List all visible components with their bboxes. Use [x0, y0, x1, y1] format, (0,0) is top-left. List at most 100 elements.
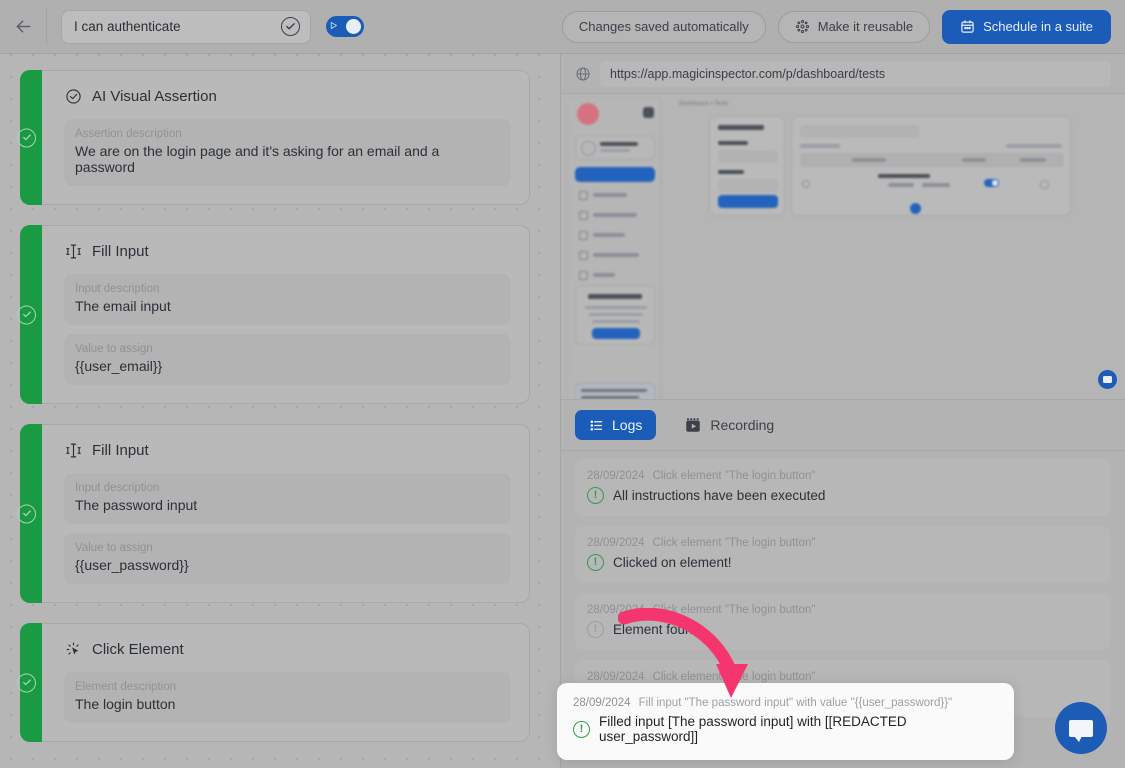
preview-nav-item — [579, 271, 649, 280]
preview-pagination — [910, 203, 921, 214]
log-line: ! Filled input [The password input] with… — [573, 714, 998, 744]
log-meta: 28/09/2024 Click element "The login butto… — [587, 604, 1099, 616]
preview-tests-table — [791, 116, 1071, 216]
alert-circle-icon: ! — [573, 720, 590, 738]
preview-url-text: https://app.magicinspector.com/p/dashboa… — [610, 66, 886, 81]
log-date: 28/09/2024 — [587, 671, 645, 683]
alert-circle-icon: ! — [587, 621, 604, 638]
preview-org-switcher — [575, 135, 655, 160]
step-field[interactable]: Value to assign {{user_password}} — [64, 533, 511, 584]
step-status-check-icon — [17, 128, 36, 147]
step-body: Click Element Element description The lo… — [42, 623, 530, 742]
step-card[interactable]: Click Element Element description The lo… — [17, 623, 530, 742]
step-body: Fill Input Input description The email i… — [42, 225, 530, 404]
schedule-in-suite-label: Schedule in a suite — [983, 19, 1093, 34]
preview-create-test-card — [709, 116, 785, 216]
step-title: Fill Input — [64, 441, 511, 459]
step-body: AI Visual Assertion Assertion descriptio… — [42, 70, 530, 205]
alert-circle-icon: ! — [587, 554, 604, 571]
step-status-check-icon — [17, 673, 36, 692]
step-status-check-icon — [17, 305, 36, 324]
preview-nav-active — [575, 167, 655, 182]
log-date: 28/09/2024 — [587, 537, 645, 549]
chat-widget-button[interactable] — [1055, 702, 1107, 754]
log-meta: 28/09/2024 Click element "The login butto… — [587, 671, 1099, 683]
step-field-label: Assertion description — [75, 128, 182, 140]
preview-table-row — [800, 171, 1064, 197]
step-type-label: AI Visual Assertion — [92, 87, 217, 105]
test-name-field[interactable] — [61, 9, 311, 44]
tab-recording[interactable]: Recording — [670, 410, 788, 440]
log-message: All instructions have been executed — [613, 488, 826, 503]
step-field-label: Value to assign — [75, 343, 153, 355]
preview-nav-item — [579, 191, 649, 200]
app-root: Changes saved automatically Make it reus… — [0, 0, 1125, 768]
log-meta: 28/09/2024 Click element "The login butto… — [587, 470, 1099, 482]
step-field[interactable]: Input description The email input — [64, 274, 511, 325]
toolbar-divider — [46, 8, 47, 45]
preview-account-icon — [643, 107, 654, 118]
test-name-input[interactable] — [74, 19, 275, 34]
share-nodes-icon — [795, 19, 810, 34]
step-field-value: {{user_email}} — [75, 358, 163, 374]
preview-sidebar — [569, 99, 661, 399]
chat-bubble-icon[interactable] — [1098, 370, 1117, 389]
step-field-value: {{user_password}} — [75, 557, 189, 573]
input-cursor-icon — [64, 441, 82, 459]
tab-logs[interactable]: Logs — [575, 410, 657, 440]
save-status-badge: Changes saved automatically — [561, 10, 766, 43]
input-cursor-icon — [64, 242, 82, 260]
make-reusable-label: Make it reusable — [817, 19, 914, 34]
log-date: 28/09/2024 — [587, 470, 645, 482]
back-arrow-icon[interactable] — [0, 0, 46, 54]
run-test-toggle[interactable] — [326, 16, 364, 37]
make-reusable-button[interactable]: Make it reusable — [777, 10, 931, 43]
result-tabs: Logs Recording — [561, 399, 1125, 451]
preview-breadcrumb: Dashboard > Tests — [679, 101, 729, 107]
preview-url-input[interactable]: https://app.magicinspector.com/p/dashboa… — [600, 60, 1111, 87]
check-circle-icon[interactable] — [281, 17, 300, 36]
preview-notice-card — [575, 383, 655, 399]
step-field[interactable]: Value to assign {{user_email}} — [64, 334, 511, 385]
log-line: ! Clicked on element! — [587, 554, 1099, 571]
preview-search-input — [800, 125, 920, 138]
log-meta: 28/09/2024 Click element "The login butto… — [587, 537, 1099, 549]
top-toolbar: Changes saved automatically Make it reus… — [0, 0, 1125, 54]
log-message: Clicked on element! — [613, 555, 732, 570]
highlighted-log-entry: 28/09/2024 Fill input "The password input… — [557, 683, 1014, 760]
schedule-in-suite-button[interactable]: Schedule in a suite — [942, 9, 1111, 44]
step-card[interactable]: AI Visual Assertion Assertion descriptio… — [17, 70, 530, 205]
step-card[interactable]: Fill Input Input description The email i… — [17, 225, 530, 404]
step-type-label: Click Element — [92, 640, 184, 658]
step-field[interactable]: Input description The password input — [64, 473, 511, 524]
step-title: AI Visual Assertion — [64, 87, 511, 105]
step-field-label: Value to assign — [75, 542, 153, 554]
toggle-knob — [346, 19, 361, 34]
step-field[interactable]: Assertion description We are on the logi… — [64, 119, 511, 186]
log-date: 28/09/2024 — [573, 697, 631, 709]
step-field[interactable]: Element description The login button — [64, 672, 511, 723]
log-action: Click element "The login button" — [652, 470, 816, 482]
right-panel: https://app.magicinspector.com/p/dashboa… — [560, 54, 1125, 768]
tab-recording-label: Recording — [710, 417, 775, 433]
preview-nav-item — [579, 231, 649, 240]
step-card[interactable]: Fill Input Input description The passwor… — [17, 424, 530, 603]
log-meta: 28/09/2024 Fill input "The password input… — [573, 697, 998, 709]
browser-preview[interactable]: Dashboard > Tests — [561, 94, 1125, 399]
preview-logo — [577, 103, 599, 125]
list-icon — [589, 418, 604, 433]
log-action: Click element "The login button" — [652, 604, 816, 616]
step-title: Fill Input — [64, 242, 511, 260]
calendar-icon — [960, 19, 975, 34]
log-line: ! Element found. — [587, 621, 1099, 638]
step-field-label: Input description — [75, 283, 160, 295]
log-action: Click element "The login button" — [652, 537, 816, 549]
step-title: Click Element — [64, 640, 511, 658]
tab-logs-label: Logs — [612, 417, 643, 433]
cursor-click-icon — [64, 640, 82, 658]
steps-list[interactable]: AI Visual Assertion Assertion descriptio… — [0, 54, 560, 768]
log-action: Click element "The login button" — [652, 671, 816, 683]
preview-nav-item — [579, 251, 649, 260]
globe-icon — [575, 66, 591, 82]
step-status-check-icon — [17, 504, 36, 523]
